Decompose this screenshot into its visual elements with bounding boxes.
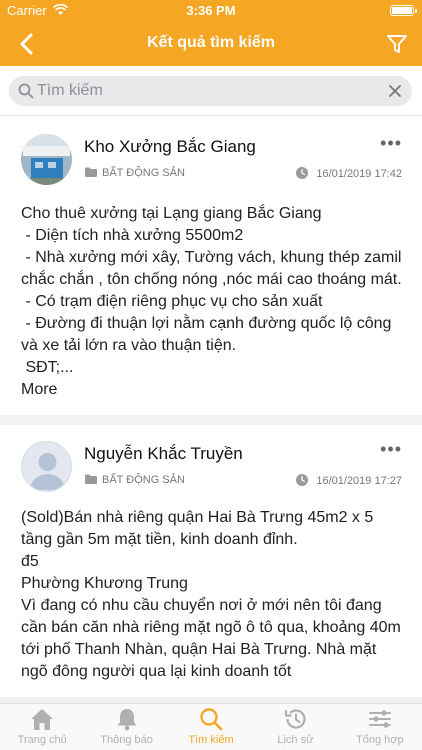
search-icon (18, 83, 34, 99)
sliders-icon (368, 710, 391, 728)
battery-icon (390, 5, 417, 16)
filter-button[interactable] (384, 31, 410, 57)
post-title[interactable]: Kho Xưởng Bắc Giang (84, 137, 256, 157)
search-input[interactable] (37, 79, 377, 103)
more-options-icon[interactable]: ••• (380, 133, 402, 154)
tab-summary[interactable]: Tổng hợp (338, 704, 422, 750)
folder-icon (85, 474, 97, 484)
tab-label: Thông báo (100, 734, 153, 746)
tab-label: Lịch sử (277, 734, 314, 746)
search-box (9, 76, 412, 106)
post-title[interactable]: Nguyễn Khắc Truyền (84, 444, 243, 464)
nav-bar: Kết quả tìm kiếm (0, 22, 422, 66)
history-icon (285, 709, 306, 729)
post-category: BẤT ĐỘNG SẢN (85, 474, 185, 486)
post-timestamp-label: 16/01/2019 17:42 (316, 168, 402, 180)
avatar[interactable] (21, 441, 72, 492)
more-options-icon[interactable]: ••• (380, 439, 402, 460)
clock-icon (296, 474, 309, 486)
tab-history[interactable]: Lịch sử (253, 704, 337, 750)
tab-bar: Trang chủ Thông báo Tìm kiếm Lịch sử Tổn… (0, 703, 422, 750)
search-bar (0, 66, 422, 116)
post-card[interactable]: Kho Xưởng Bắc Giang ••• BẤT ĐỘNG SẢN 16/… (0, 117, 422, 415)
avatar[interactable] (21, 134, 72, 185)
post-category-label: BẤT ĐỘNG SẢN (102, 167, 185, 179)
clock-time: 3:36 PM (186, 3, 236, 18)
folder-icon (85, 167, 97, 177)
app-header: Carrier 3:36 PM Kết quả tìm kiếm (0, 0, 422, 66)
home-icon (31, 709, 54, 730)
tab-notifications[interactable]: Thông báo (84, 704, 168, 750)
post-card[interactable]: Nguyễn Khắc Truyền ••• BẤT ĐỘNG SẢN 16/0… (0, 425, 422, 697)
post-content[interactable]: Cho thuê xưởng tại Lạng giang Bắc Giang … (0, 203, 422, 379)
clock-icon (296, 167, 309, 179)
filter-icon (387, 35, 407, 53)
tab-label: Trang chủ (17, 734, 67, 746)
tab-home[interactable]: Trang chủ (0, 704, 84, 750)
post-category-label: BẤT ĐỘNG SẢN (102, 474, 185, 486)
search-icon (200, 708, 223, 731)
post-timestamp-label: 16/01/2019 17:27 (316, 475, 402, 487)
bell-icon (117, 709, 137, 731)
page-title: Kết quả tìm kiếm (146, 34, 276, 51)
post-timestamp: 16/01/2019 17:42 (296, 167, 402, 180)
status-bar: Carrier 3:36 PM (0, 0, 422, 22)
tab-search[interactable]: Tìm kiếm (169, 704, 253, 750)
post-timestamp: 16/01/2019 17:27 (296, 474, 402, 487)
clear-search-icon[interactable] (388, 84, 402, 98)
tab-label: Tìm kiếm (188, 734, 234, 746)
more-link[interactable]: More (0, 379, 422, 401)
post-category: BẤT ĐỘNG SẢN (85, 167, 185, 179)
tab-label: Tổng hợp (356, 734, 404, 746)
post-content[interactable]: (Sold)Bán nhà riêng quận Hai Bà Trưng 45… (0, 507, 422, 683)
search-results-feed[interactable]: Kho Xưởng Bắc Giang ••• BẤT ĐỘNG SẢN 16/… (0, 117, 422, 703)
